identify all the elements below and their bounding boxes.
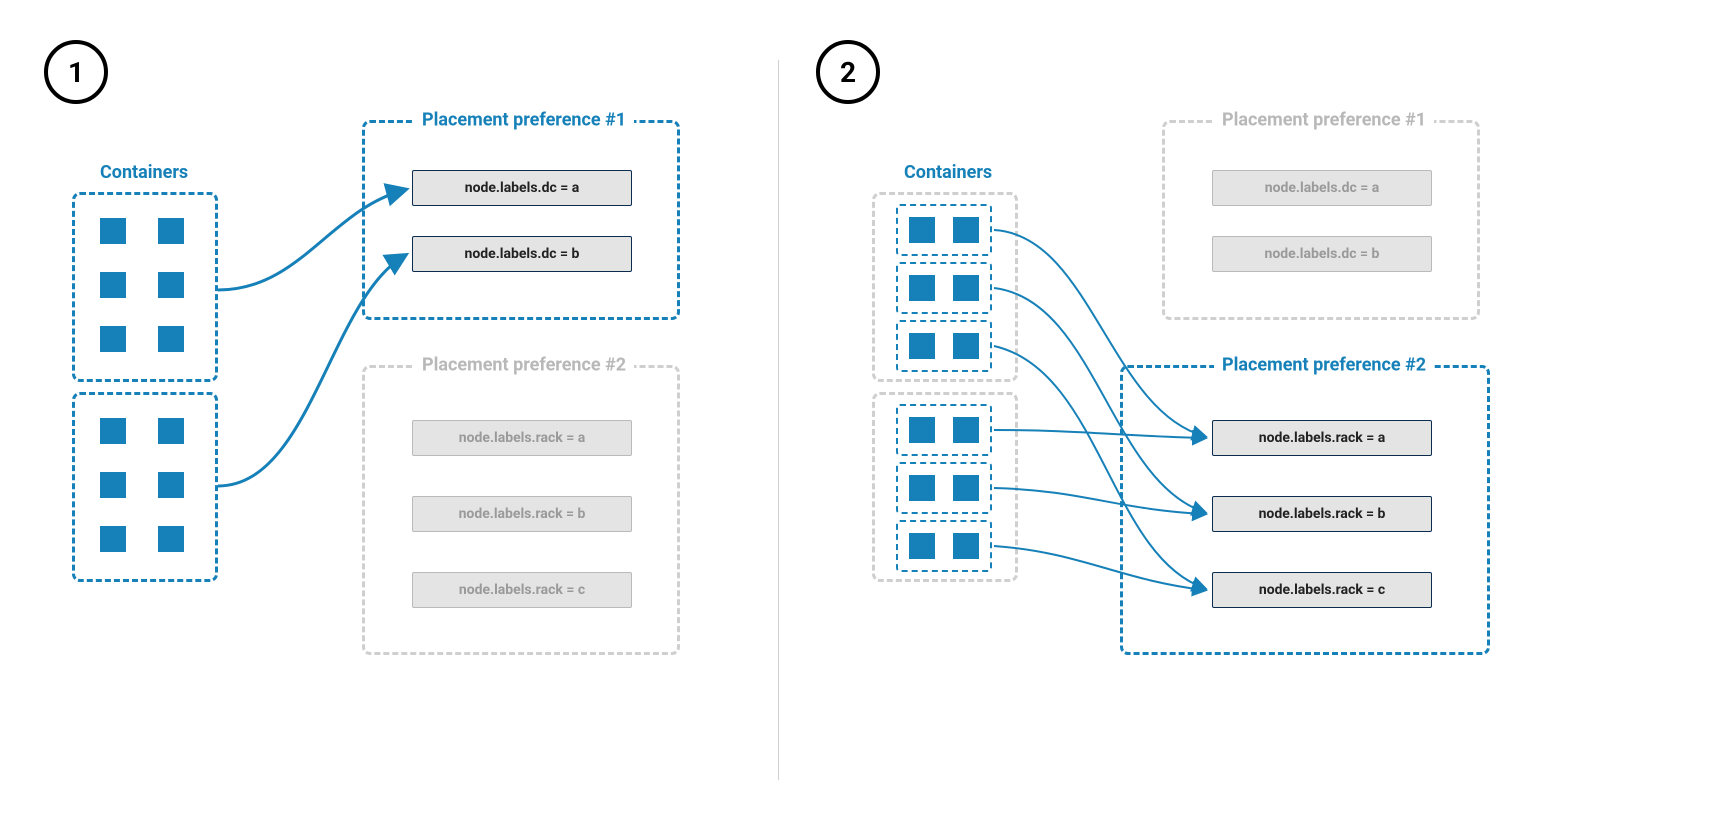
arrows-right xyxy=(0,0,1717,838)
